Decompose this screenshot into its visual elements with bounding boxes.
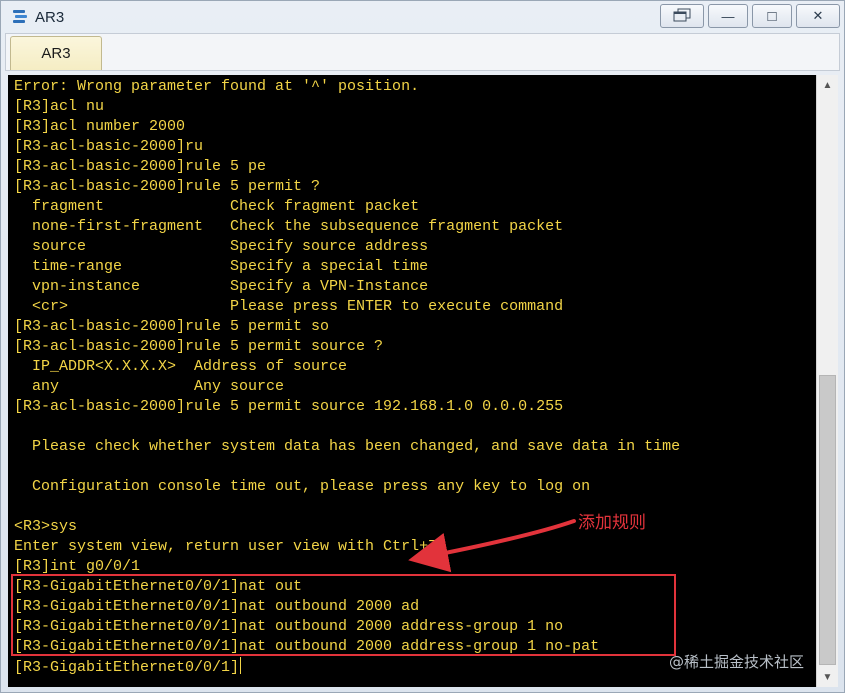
restore-window-icon bbox=[673, 8, 691, 25]
close-icon: ✕ bbox=[812, 8, 824, 23]
tab-strip: AR3 bbox=[5, 33, 840, 71]
annotation-label: 添加规则 bbox=[578, 513, 646, 533]
close-button[interactable]: ✕ bbox=[796, 4, 840, 28]
scroll-up-icon[interactable]: ▲ bbox=[817, 75, 838, 95]
minimize-icon: — bbox=[721, 8, 735, 24]
maximize-icon: □ bbox=[767, 7, 777, 25]
restore-window-button[interactable] bbox=[660, 4, 704, 28]
maximize-button[interactable]: □ bbox=[752, 4, 792, 28]
tab-ar3[interactable]: AR3 bbox=[10, 36, 102, 70]
title-bar[interactable]: AR3 — □ ✕ bbox=[1, 1, 844, 33]
vertical-scrollbar[interactable]: ▲ ▼ bbox=[816, 75, 838, 687]
window-title: AR3 bbox=[35, 9, 65, 26]
watermark: @稀土掘金技术社区 bbox=[669, 653, 805, 671]
minimize-button[interactable]: — bbox=[708, 4, 748, 28]
tab-label: AR3 bbox=[41, 45, 71, 62]
terminal-console[interactable]: Error: Wrong parameter found at '^' posi… bbox=[8, 75, 816, 687]
annotation-arrow bbox=[408, 519, 576, 573]
terminal-window: AR3 — □ ✕ AR3 Error: Wrong parameter fou… bbox=[0, 0, 845, 693]
scroll-thumb[interactable] bbox=[819, 375, 836, 665]
router-app-icon bbox=[11, 8, 29, 26]
scroll-down-icon[interactable]: ▼ bbox=[817, 667, 838, 687]
